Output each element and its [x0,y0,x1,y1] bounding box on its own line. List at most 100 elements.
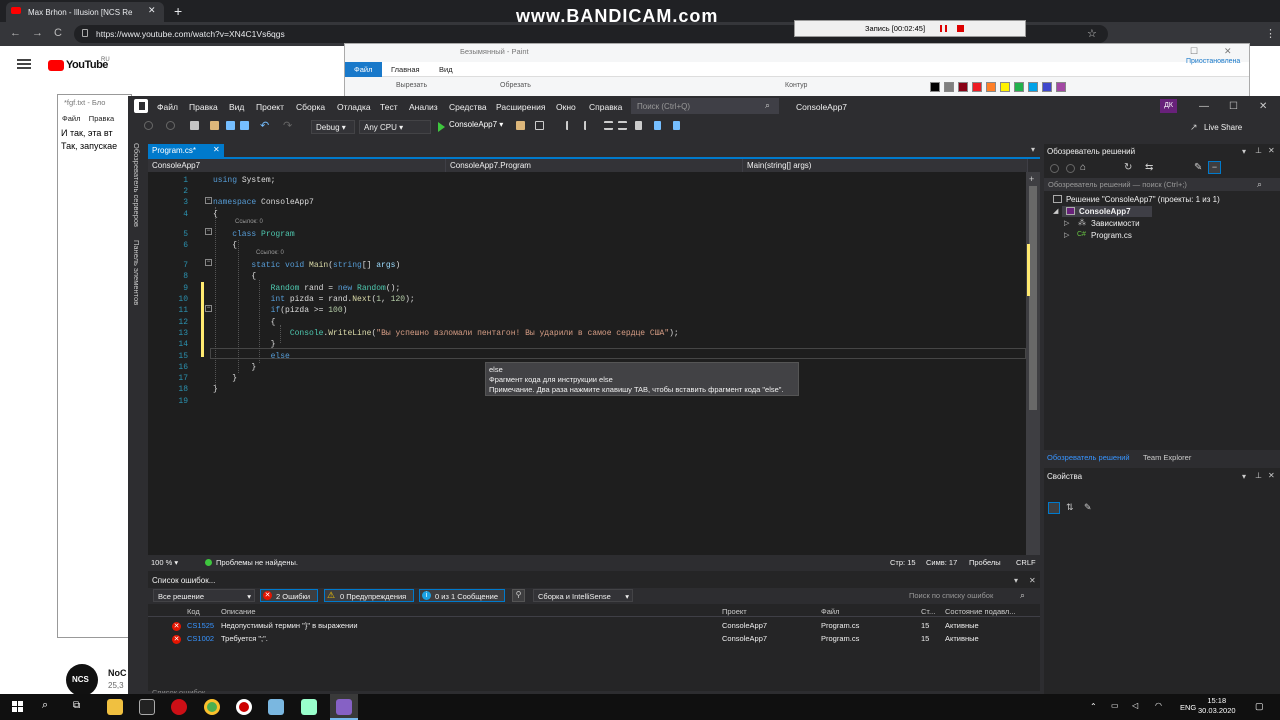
codelens-references[interactable]: Ссылок: 0 [256,250,284,256]
back-button[interactable]: ← [10,27,21,39]
bookmark-next-icon[interactable] [673,121,680,130]
paint-close-icon[interactable]: ✕ [1224,46,1232,57]
terminal-icon[interactable] [139,699,155,715]
hot-reload-icon[interactable] [516,121,525,130]
server-explorer-tab[interactable]: Обозреватель серверов [132,143,141,227]
panel-close-icon[interactable]: ✕ [1268,471,1275,480]
col-code[interactable]: Код [187,607,200,616]
browser-tab[interactable]: Max Brhon - Illusion [NCS Re [6,2,164,22]
alphabetical-icon[interactable]: ⇅ [1066,502,1074,513]
home-icon[interactable]: ⌂ [1080,162,1086,173]
undo-icon[interactable]: ↶ [260,119,269,132]
code-line[interactable]: else [213,351,290,362]
youtube-logo-icon[interactable] [48,60,64,71]
color-swatch[interactable] [958,82,968,92]
paint-cut-button[interactable]: Вырезать [396,82,427,89]
redo-icon[interactable]: ↷ [283,119,292,132]
panel-options-icon[interactable]: ▾ [1014,576,1018,585]
fold-toggle-icon[interactable]: − [205,259,212,266]
notepad-menu-file[interactable]: Файл [62,114,80,123]
menu-item-1[interactable]: Правка [189,102,218,112]
code-line[interactable]: } [213,339,276,350]
save-icon[interactable] [226,121,235,130]
new-tab-button[interactable]: + [174,3,182,19]
nav-forward-icon[interactable] [166,121,175,130]
wifi-icon[interactable]: ◠ [1155,701,1162,710]
scope-select[interactable]: Все решение ▾ [153,589,255,602]
pause-recording-icon[interactable] [940,25,947,32]
forward-button[interactable]: → [32,27,43,39]
tab-team-explorer[interactable]: Team Explorer [1143,453,1191,462]
menu-item-8[interactable]: Средства [449,102,487,112]
menu-item-2[interactable]: Вид [229,102,244,112]
menu-item-4[interactable]: Сборка [296,102,325,112]
whitespace-indicator[interactable]: Пробелы [969,558,1001,567]
pin-icon[interactable]: ⊥ [1255,471,1262,480]
paint-crop-button[interactable]: Обрезать [500,82,531,89]
channel-name[interactable]: NoC [108,668,127,678]
expand-arrow-icon[interactable]: ◢ [1053,207,1058,215]
color-swatch[interactable] [1014,82,1024,92]
solution-node[interactable]: Решение "ConsoleApp7" (проекты: 1 из 1) [1066,195,1220,204]
live-share-icon[interactable]: ↗ [1190,122,1198,133]
code-line[interactable]: using System; [213,175,275,186]
indent-icon[interactable] [566,121,575,130]
new-project-icon[interactable] [190,121,199,130]
run-button[interactable]: ConsoleApp7 ▾ [436,120,503,129]
reload-button[interactable]: C [54,27,62,39]
notepad-text[interactable]: И так, эта вт Так, запускае [61,127,117,153]
file-explorer-icon[interactable] [107,699,123,715]
menu-item-5[interactable]: Отладка [337,102,371,112]
code-line[interactable]: namespace ConsoleApp7 [213,197,314,208]
error-search-input[interactable]: Поиск по списку ошибок [905,589,1038,602]
outdent-icon[interactable] [584,121,593,130]
screenshot-icon[interactable] [535,121,544,130]
col-description[interactable]: Описание [221,607,256,616]
bandicam-icon[interactable] [236,699,252,715]
network-icon[interactable]: ▭ [1111,701,1119,710]
search-icon[interactable]: ⌕ [42,699,48,712]
color-swatch[interactable] [1028,82,1038,92]
speaker-icon[interactable]: ◁ [1132,701,1138,710]
menu-item-0[interactable]: Файл [157,102,178,112]
uncomment-icon[interactable] [618,121,627,130]
task-view-icon[interactable]: ⧉ [73,700,80,711]
search-icon[interactable]: ⌕ [1257,179,1262,190]
minimize-icon[interactable]: — [1199,101,1209,112]
notifications-icon[interactable]: ▢ [1255,701,1264,712]
split-editor-icon[interactable]: + [1029,174,1034,184]
platform-select[interactable]: Any CPU ▾ [359,120,431,134]
collapse-all-icon[interactable]: − [1208,161,1221,174]
code-line[interactable]: Random rand = new Random(); [213,283,401,294]
search-icon[interactable]: ⌕ [765,100,770,111]
color-swatch[interactable] [1000,82,1010,92]
bookmark-prev-icon[interactable] [654,121,661,130]
code-line[interactable]: } [213,384,218,395]
color-swatch[interactable] [1042,82,1052,92]
chrome-icon[interactable] [204,699,220,715]
tab-close-icon[interactable]: ✕ [148,5,156,16]
col-file[interactable]: Файл [821,607,839,616]
color-swatch[interactable] [972,82,982,92]
eol-indicator[interactable]: CRLF [1016,558,1036,567]
menu-item-10[interactable]: Окно [556,102,576,112]
bookmark-star-icon[interactable]: ☆ [1087,27,1097,40]
col-project[interactable]: Проект [722,607,747,616]
menu-item-11[interactable]: Справка [589,102,622,112]
notepad-icon[interactable] [268,699,284,715]
categorized-icon[interactable] [1048,502,1060,514]
maximize-icon[interactable]: ☐ [1229,101,1238,112]
color-swatch[interactable] [930,82,940,92]
collapse-arrow-icon[interactable]: ▷ [1064,231,1069,239]
vs-search-input[interactable]: Поиск (Ctrl+Q) [631,98,779,114]
solution-search-input[interactable]: Обозреватель решений — поиск (Ctrl+;) [1044,178,1280,191]
properties-wrench-icon[interactable]: ✎ [1194,162,1202,173]
hamburger-menu-icon[interactable] [17,59,31,69]
dependencies-node[interactable]: Зависимости [1091,219,1140,228]
filter-icon[interactable]: ⚲ [512,589,525,602]
code-line[interactable]: { [213,317,276,328]
panel-options-icon[interactable]: ▾ [1242,147,1246,156]
live-share-button[interactable]: Live Share [1204,123,1242,132]
pin-icon[interactable]: ⊥ [1255,146,1262,155]
code-line[interactable]: int pizda = rand.Next(1, 120); [213,294,415,305]
